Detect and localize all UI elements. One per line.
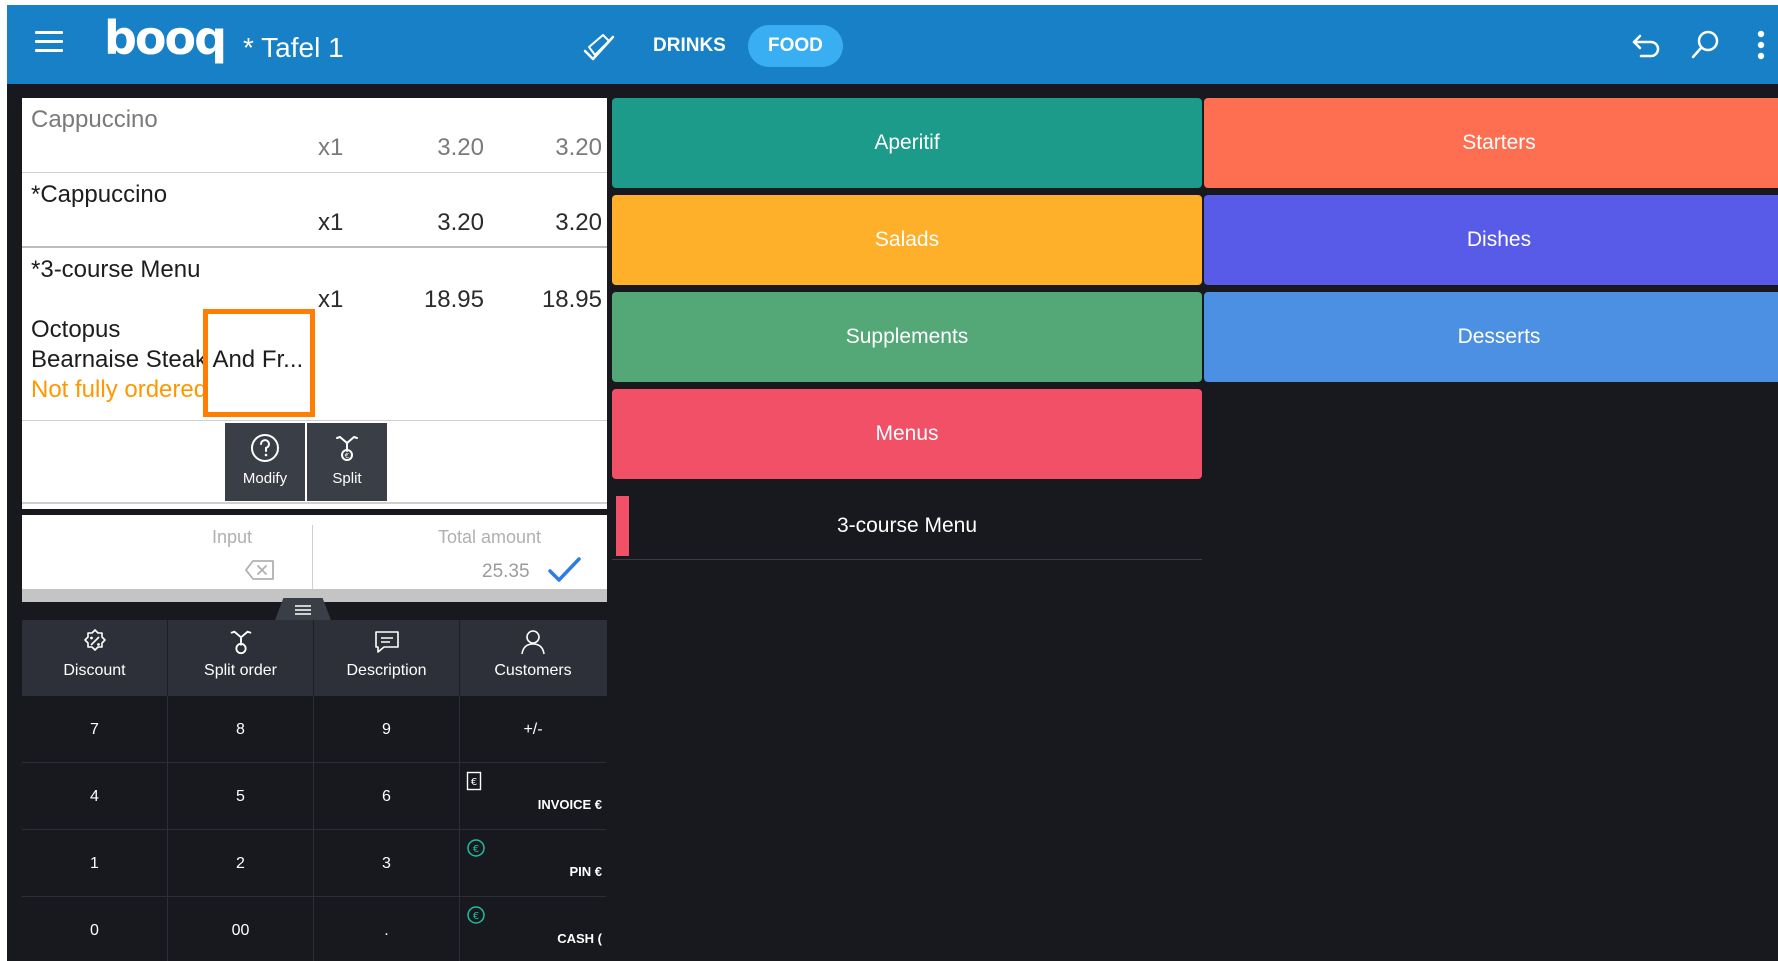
item-qty: x1 <box>318 134 344 161</box>
input-label: Input <box>212 527 253 547</box>
item-price: 3.20 <box>437 134 484 161</box>
item-price: 3.20 <box>437 209 484 236</box>
key-5[interactable]: 5 <box>168 763 314 830</box>
more-vertical-icon[interactable] <box>1751 27 1771 63</box>
key-9[interactable]: 9 <box>314 696 460 763</box>
item-name: Cappuccino <box>31 106 158 133</box>
key-decimal[interactable]: . <box>314 897 460 961</box>
key-0[interactable]: 0 <box>22 897 168 961</box>
item-total: 3.20 <box>555 134 602 161</box>
keypad: 7 8 9 +/- 4 5 6 € INVOICE € 1 2 3 € PIN … <box>22 696 607 961</box>
summary-divider <box>312 525 313 589</box>
subitem-octopus: Octopus <box>31 316 121 343</box>
backspace-icon[interactable] <box>244 559 276 581</box>
category-salads[interactable]: Salads <box>612 195 1202 285</box>
svg-text:€: € <box>473 844 479 855</box>
product-label: 3-course Menu <box>836 514 978 537</box>
invoice-icon: € <box>466 771 482 791</box>
cash-payment-button[interactable]: € CASH ( <box>460 897 606 961</box>
customers-label: Customers <box>494 662 572 679</box>
pin-label: PIN € <box>569 864 602 879</box>
product-3-course-menu[interactable]: 3-course Menu <box>612 496 1202 560</box>
pos-app: booq * Tafel 1 DRINKS FOOD Cappuccino x1… <box>7 5 1778 961</box>
pencil-check-icon[interactable] <box>579 29 617 67</box>
key-8[interactable]: 8 <box>168 696 314 763</box>
order-line-cappuccino[interactable]: Cappuccino x1 3.20 3.20 <box>22 98 607 173</box>
checkmark-icon[interactable] <box>547 555 583 585</box>
key-2[interactable]: 2 <box>168 830 314 897</box>
item-qty: x1 <box>318 286 344 313</box>
item-total: 3.20 <box>555 209 602 236</box>
split-label: Split <box>332 470 362 487</box>
category-desserts[interactable]: Desserts <box>1204 292 1778 382</box>
key-1[interactable]: 1 <box>22 830 168 897</box>
svg-text:€: € <box>471 777 477 788</box>
item-price: 18.95 <box>423 286 484 313</box>
pin-payment-button[interactable]: € PIN € <box>460 830 606 897</box>
svg-text:€: € <box>345 452 349 460</box>
key-7[interactable]: 7 <box>22 696 168 763</box>
discount-icon <box>83 629 106 651</box>
modify-button[interactable]: Modify <box>225 423 305 501</box>
key-00[interactable]: 00 <box>168 897 314 961</box>
description-label: Description <box>346 662 427 679</box>
split-order-button[interactable]: Split order <box>168 620 314 696</box>
menu-icon[interactable] <box>35 31 63 55</box>
undo-icon[interactable] <box>1628 27 1664 63</box>
discount-button[interactable]: Discount <box>22 620 168 696</box>
subitem-bearnaise-steak: Bearnaise Steak And Fr... <box>31 346 304 373</box>
item-qty: x1 <box>318 209 344 236</box>
total-amount-value: 25.35 <box>482 561 530 582</box>
order-line-cappuccino-new[interactable]: *Cappuccino x1 3.20 3.20 <box>22 173 607 248</box>
drag-handle-icon <box>295 605 311 615</box>
drawer-handle[interactable] <box>275 598 331 620</box>
key-6[interactable]: 6 <box>314 763 460 830</box>
category-supplements[interactable]: Supplements <box>612 292 1202 382</box>
booq-logo: booq <box>104 11 227 65</box>
table-name: * Tafel 1 <box>243 32 344 63</box>
comment-icon <box>374 631 399 653</box>
invoice-label: INVOICE € <box>537 797 602 812</box>
svg-text:€: € <box>473 911 479 922</box>
item-name: *Cappuccino <box>31 181 168 208</box>
tab-drinks[interactable]: DRINKS <box>633 25 746 67</box>
description-button[interactable]: Description <box>314 620 460 696</box>
tab-food[interactable]: FOOD <box>748 25 843 67</box>
euro-coin-icon: € <box>467 839 485 857</box>
key-3[interactable]: 3 <box>314 830 460 897</box>
discount-label: Discount <box>63 662 126 679</box>
modify-label: Modify <box>242 470 288 487</box>
total-amount-label: Total amount <box>438 527 542 547</box>
status-not-fully-ordered: Not fully ordered <box>31 376 208 403</box>
item-total: 18.95 <box>541 286 602 313</box>
split-order-label: Split order <box>204 662 277 679</box>
order-panel: Cappuccino x1 3.20 3.20 *Cappuccino x1 3… <box>22 98 607 509</box>
summary-panel: Input Total amount 25.35 <box>22 515 607 602</box>
invoice-payment-button[interactable]: € INVOICE € <box>460 763 606 830</box>
euro-coin-icon: € <box>467 906 485 924</box>
split-icon <box>230 630 251 655</box>
user-icon <box>521 630 545 655</box>
item-actions: Modify € Split <box>22 420 607 504</box>
category-aperitif[interactable]: Aperitif <box>612 98 1202 188</box>
category-dishes[interactable]: Dishes <box>1204 195 1778 285</box>
order-line-3-course-menu[interactable]: *3-course Menu x1 18.95 18.95 Octopus Be… <box>22 248 607 420</box>
key-plus-minus[interactable]: +/- <box>460 696 606 763</box>
split-icon: € <box>336 436 358 461</box>
top-bar: booq * Tafel 1 DRINKS FOOD <box>7 5 1778 84</box>
split-button[interactable]: € Split <box>307 423 387 501</box>
category-starters[interactable]: Starters <box>1204 98 1778 188</box>
key-4[interactable]: 4 <box>22 763 168 830</box>
item-name: *3-course Menu <box>31 256 201 283</box>
category-menus[interactable]: Menus <box>612 389 1202 479</box>
function-bar: Discount Split order Description Custome… <box>22 620 607 696</box>
cash-label: CASH ( <box>557 931 602 946</box>
search-icon[interactable] <box>1688 27 1724 63</box>
question-circle-icon <box>251 434 279 462</box>
customers-button[interactable]: Customers <box>460 620 606 696</box>
